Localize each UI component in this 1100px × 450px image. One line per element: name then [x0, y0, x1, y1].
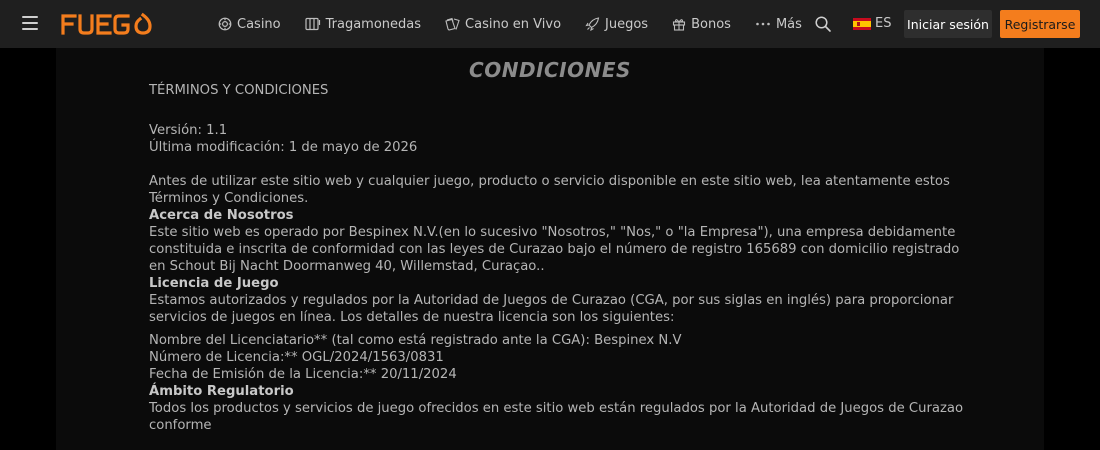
top-header: Casino Tragamonedas Casino en Vivo Juego… [0, 0, 1100, 48]
gift-icon [673, 19, 686, 31]
page-title: CONDICIONES [469, 58, 631, 82]
section-text-regulatory: Todos los productos y servicios de juego… [149, 401, 964, 433]
nav-slots-label: Tragamonedas [325, 16, 422, 32]
brand-logo[interactable] [60, 11, 156, 37]
section-heading-regulatory: Ámbito Regulatorio [149, 384, 294, 399]
section-text-about: Este sitio web es operado por Bespinex N… [149, 225, 960, 274]
language-code: ES [875, 16, 892, 31]
nav-casino[interactable]: Casino [218, 17, 281, 32]
menu-icon[interactable] [22, 16, 38, 30]
register-button[interactable]: Registrarse [1000, 10, 1080, 38]
license-detail-number: Número de Licencia:** OGL/2024/1563/0831 [149, 350, 444, 365]
section-heading-license: Licencia de Juego [149, 276, 279, 291]
casino-chip-icon [218, 17, 232, 31]
last-modified-text: Última modificación: 1 de mayo de 2026 [149, 140, 418, 155]
nav-bonus[interactable]: Bonos [672, 17, 731, 32]
main-nav: Casino Tragamonedas Casino en Vivo Juego… [218, 0, 826, 48]
license-detail-name: Nombre del Licenciatario** (tal como est… [149, 333, 682, 348]
live-casino-icon [445, 17, 460, 31]
intro-paragraph: Antes de utilizar este sitio web y cualq… [149, 174, 950, 206]
rocket-icon [585, 17, 600, 31]
license-detail-date: Fecha de Emisión de la Licencia:** 20/11… [149, 367, 457, 382]
language-selector[interactable]: ES [853, 16, 891, 31]
terms-content: CONDICIONES TÉRMINOS Y CONDICIONES Versi… [56, 48, 1044, 450]
terms-body: TÉRMINOS Y CONDICIONES Versión: 1.1 Últi… [149, 82, 969, 434]
nav-more[interactable]: Más [755, 17, 802, 32]
more-dots-icon [756, 22, 770, 26]
brand-logo-mark [61, 12, 152, 35]
spain-flag-icon [853, 17, 871, 30]
slot-machine-icon [305, 17, 320, 31]
nav-games-label: Juegos [605, 16, 649, 32]
section-text-license: Estamos autorizados y regulados por la A… [149, 293, 954, 325]
nav-live-casino-label: Casino en Vivo [465, 16, 562, 32]
version-text: Versión: 1.1 [149, 123, 228, 138]
nav-bonus-label: Bonos [691, 16, 731, 32]
search-icon [815, 16, 831, 32]
nav-more-label: Más [775, 16, 802, 32]
login-button[interactable]: Iniciar sesión [904, 10, 992, 38]
nav-games[interactable]: Juegos [585, 17, 648, 32]
section-heading-about: Acerca de Nosotros [149, 208, 294, 223]
terms-subtitle: TÉRMINOS Y CONDICIONES [149, 83, 329, 98]
nav-slots[interactable]: Tragamonedas [305, 17, 421, 32]
search-button[interactable] [814, 15, 832, 33]
nav-live-casino[interactable]: Casino en Vivo [445, 17, 561, 32]
nav-casino-label: Casino [237, 16, 281, 32]
